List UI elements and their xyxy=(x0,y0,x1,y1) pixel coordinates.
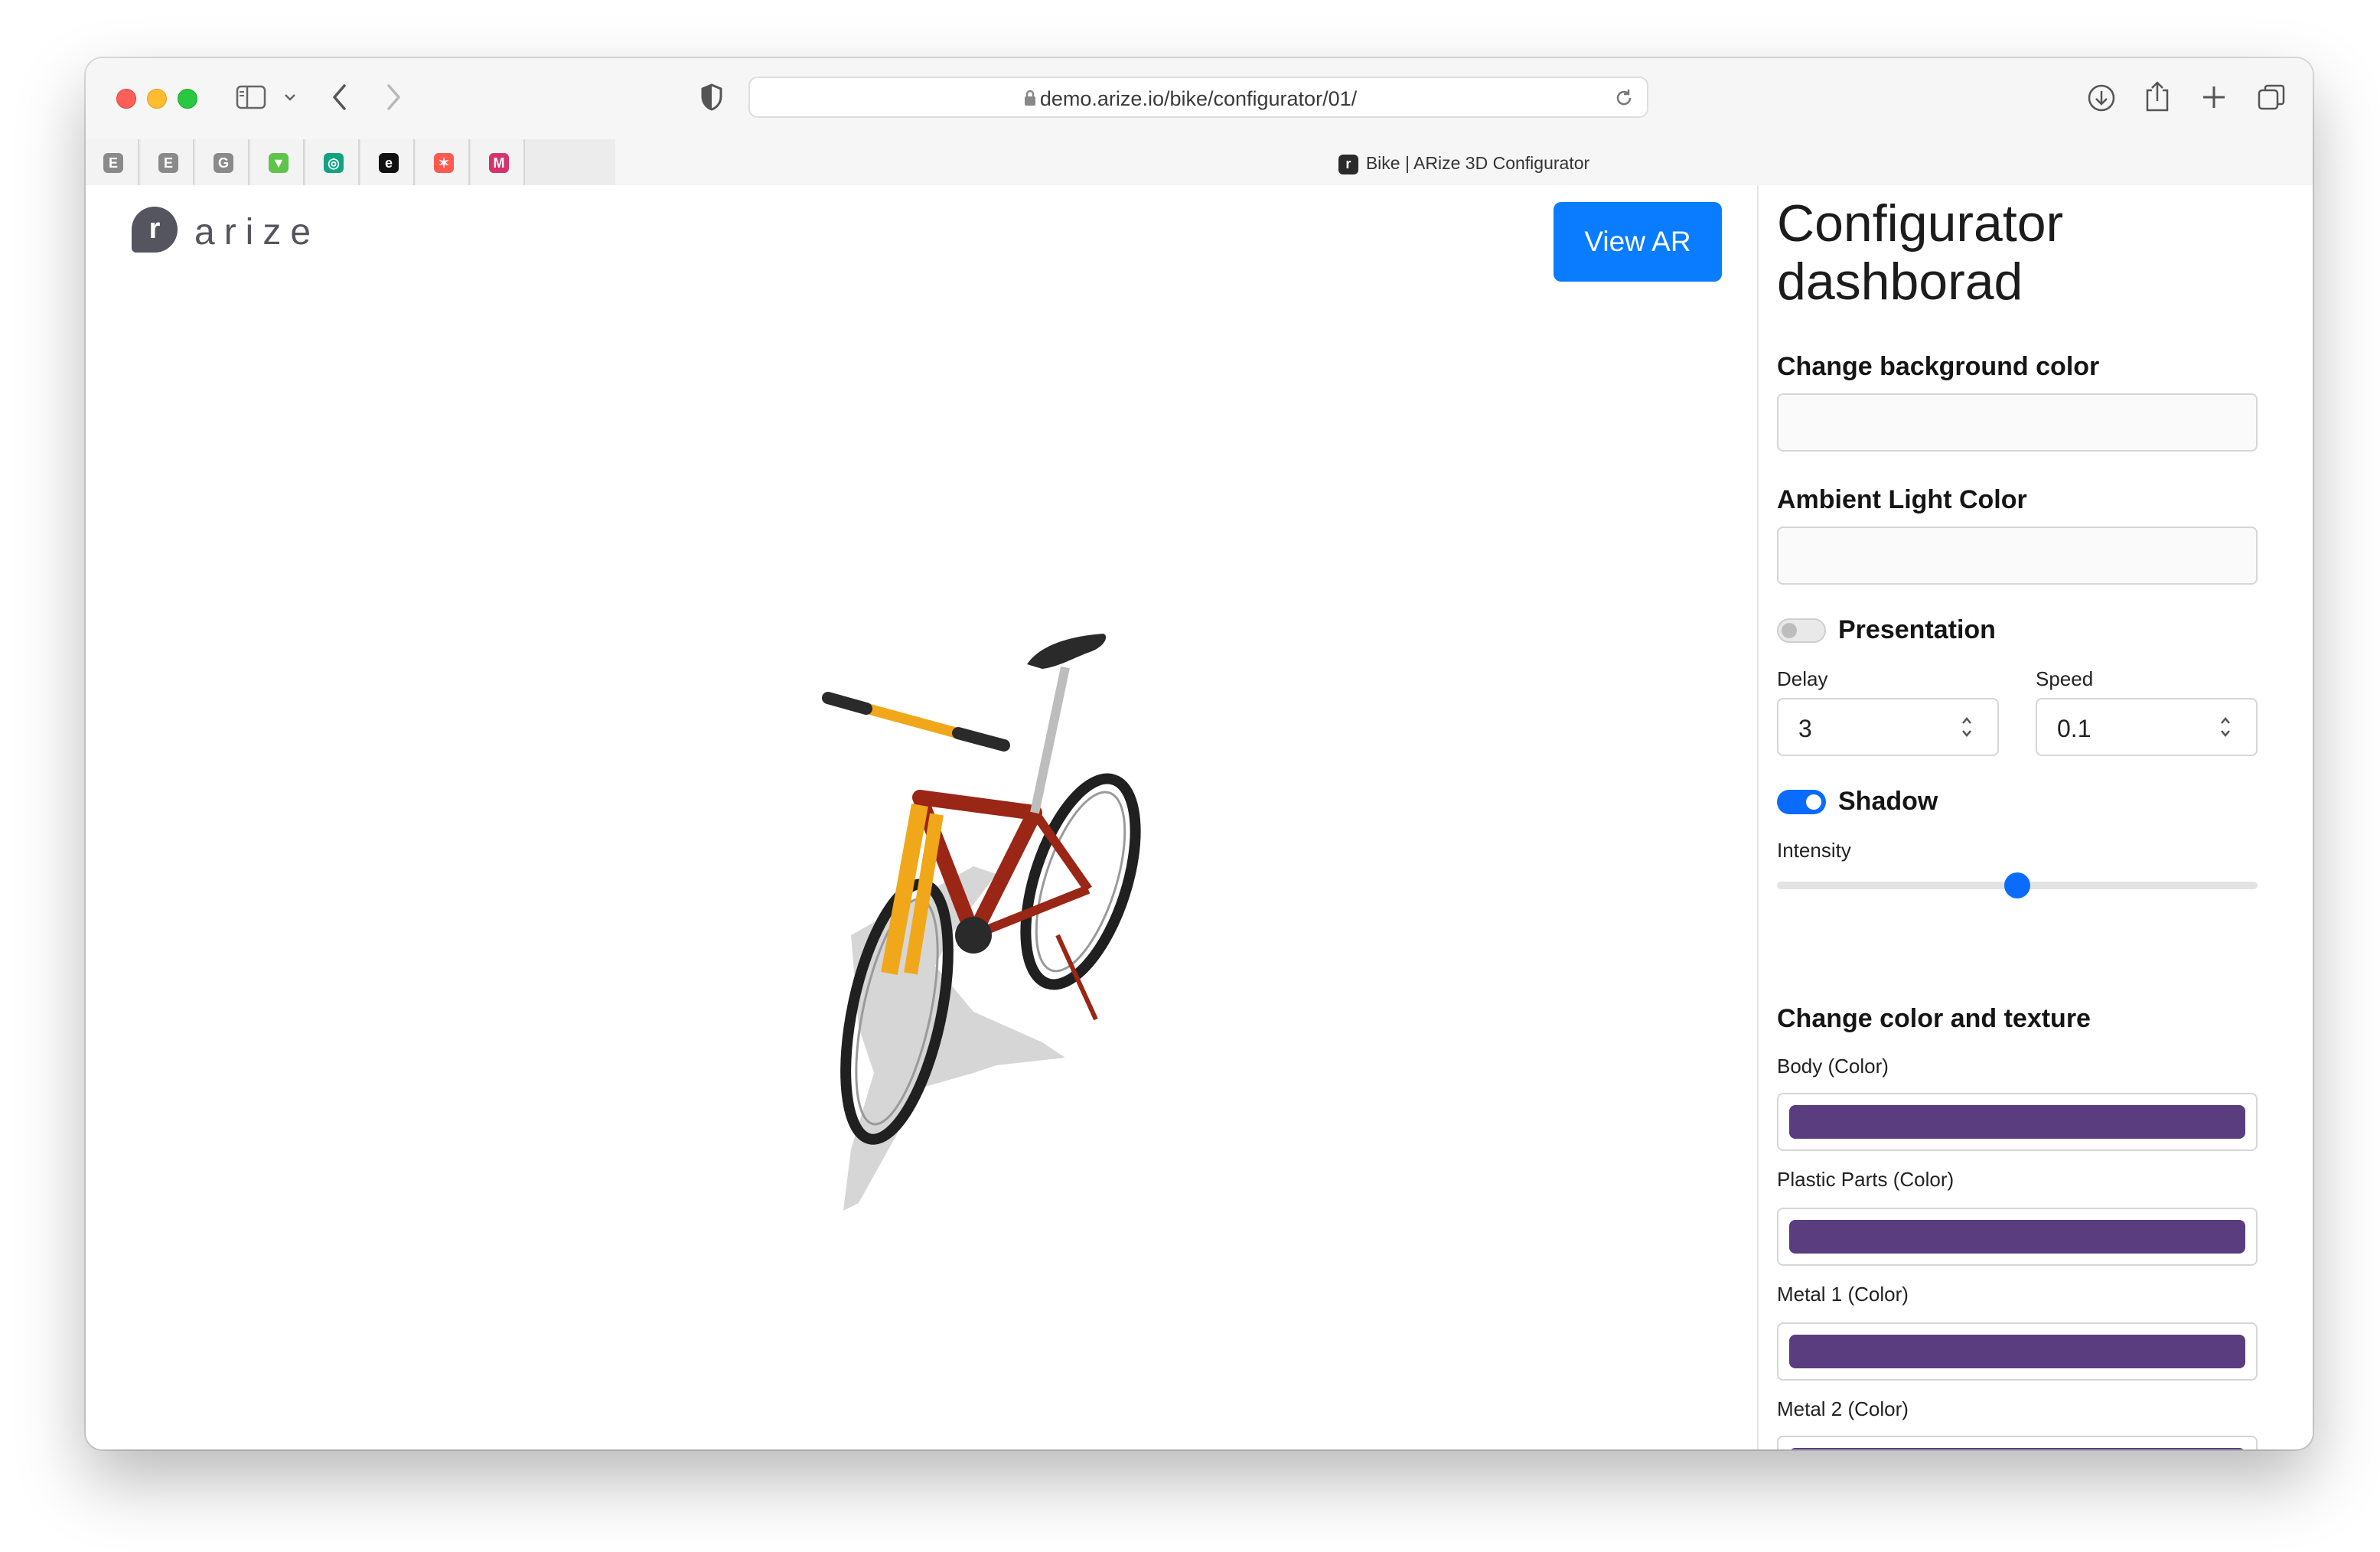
ambient-light-input[interactable] xyxy=(1777,527,2258,585)
metal2-color-label: Metal 2 (Color) xyxy=(1777,1397,1909,1420)
pinned-tab[interactable]: M xyxy=(471,139,525,185)
metal1-color-picker[interactable] xyxy=(1777,1322,2258,1381)
new-tab-plus-icon[interactable] xyxy=(2201,84,2227,110)
plastic-color-label: Plastic Parts (Color) xyxy=(1777,1168,1955,1191)
close-window-button[interactable] xyxy=(116,89,136,109)
minimize-window-button[interactable] xyxy=(147,89,167,109)
pinned-tab[interactable]: E xyxy=(141,139,194,185)
title-bar: demo.arize.io/bike/configurator/01/ xyxy=(86,58,2313,141)
forward-arrow-icon[interactable] xyxy=(384,83,403,112)
delay-input[interactable]: 3 xyxy=(1777,698,1999,756)
presentation-label: Presentation xyxy=(1838,615,1996,644)
panel-title: Configurator dashborad xyxy=(1777,194,2064,311)
pinned-tab[interactable]: e xyxy=(361,139,415,185)
e-favicon-icon: E xyxy=(103,153,123,173)
shadow-toggle[interactable] xyxy=(1777,790,1826,814)
delay-value: 3 xyxy=(1798,715,1812,742)
sidebar-toggle-icon[interactable] xyxy=(236,84,266,110)
texture-heading: Change color and texture xyxy=(1777,1004,2091,1033)
pinned-tab[interactable]: ◎ xyxy=(306,139,360,185)
view-ar-button[interactable]: View AR xyxy=(1554,202,1722,282)
pinned-tab[interactable]: ▼ xyxy=(251,139,305,185)
e-black-favicon-icon: e xyxy=(379,153,399,173)
url-text: demo.arize.io/bike/configurator/01/ xyxy=(1039,87,1358,110)
tab-title-text: Bike | ARize 3D Configurator xyxy=(1365,153,1590,173)
arize-favicon-icon: r xyxy=(1338,154,1358,174)
configurator-panel: Configurator dashborad Change background… xyxy=(1757,185,2313,1449)
intensity-slider[interactable] xyxy=(1777,869,2258,900)
monday-favicon-icon: ✶ xyxy=(434,153,454,173)
pinned-tab[interactable]: ✶ xyxy=(416,139,470,185)
pinned-tab[interactable]: E xyxy=(86,139,139,185)
toggle-knob xyxy=(1806,794,1821,810)
speed-input[interactable]: 0.1 xyxy=(2036,698,2258,756)
stepper-arrows-icon[interactable] xyxy=(2218,712,2233,742)
body-color-label: Body (Color) xyxy=(1777,1055,1889,1078)
privacy-shield-icon[interactable] xyxy=(699,83,724,112)
bg-color-input[interactable] xyxy=(1777,393,2258,452)
zoom-window-button[interactable] xyxy=(178,89,197,109)
body-color-picker[interactable] xyxy=(1777,1093,2258,1151)
speed-label: Speed xyxy=(2036,667,2094,690)
tab-title: r Bike | ARize 3D Configurator xyxy=(615,153,2313,174)
toggle-knob xyxy=(1782,623,1797,638)
color-swatch xyxy=(1789,1105,2245,1139)
color-swatch xyxy=(1789,1220,2245,1254)
back-arrow-icon[interactable] xyxy=(331,83,349,112)
intensity-label: Intensity xyxy=(1777,839,1851,862)
ambient-light-heading: Ambient Light Color xyxy=(1777,485,2027,514)
color-swatch xyxy=(1789,1335,2245,1368)
3d-viewer[interactable]: r arize View AR xyxy=(86,185,1757,1449)
m-favicon-icon: M xyxy=(489,153,509,173)
plastic-color-picker[interactable] xyxy=(1777,1208,2258,1266)
chevron-down-icon[interactable] xyxy=(283,92,297,103)
slider-thumb[interactable] xyxy=(2004,872,2030,898)
chatgpt-favicon-icon: ◎ xyxy=(324,153,344,173)
share-icon[interactable] xyxy=(2144,80,2170,113)
stepper-arrows-icon[interactable] xyxy=(1959,712,1974,742)
browser-window: demo.arize.io/bike/configurator/01/ E E G… xyxy=(86,58,2313,1449)
metal1-color-label: Metal 1 (Color) xyxy=(1777,1283,1909,1306)
speed-value: 0.1 xyxy=(2057,715,2091,742)
delay-label: Delay xyxy=(1777,667,1828,690)
active-tab[interactable]: r Bike | ARize 3D Configurator xyxy=(615,139,2313,185)
page-content: r arize View AR Configurator dashborad C… xyxy=(86,185,2313,1449)
tab-overview-icon[interactable] xyxy=(2256,83,2287,113)
shadow-label: Shadow xyxy=(1838,787,1938,816)
pinned-tab[interactable]: G xyxy=(196,139,249,185)
logo-text: arize xyxy=(194,212,321,253)
logo-mark: r xyxy=(132,207,178,253)
reload-icon[interactable] xyxy=(1613,87,1635,109)
download-icon[interactable] xyxy=(2086,83,2117,113)
g-favicon-icon: G xyxy=(214,153,233,173)
tab-bar: E E G ▼ ◎ e ✶ M r Bike | ARize 3D Configurator xyxy=(86,139,2313,187)
metal2-color-picker[interactable] xyxy=(1777,1436,2258,1449)
color-swatch xyxy=(1789,1448,2245,1449)
bike-3d-model[interactable] xyxy=(744,614,1188,1257)
e-favicon-icon: E xyxy=(158,153,178,173)
address-bar[interactable]: demo.arize.io/bike/configurator/01/ xyxy=(748,77,1648,118)
presentation-toggle[interactable] xyxy=(1777,618,1826,643)
green-v-favicon-icon: ▼ xyxy=(269,153,289,173)
bg-color-heading: Change background color xyxy=(1777,352,2100,381)
